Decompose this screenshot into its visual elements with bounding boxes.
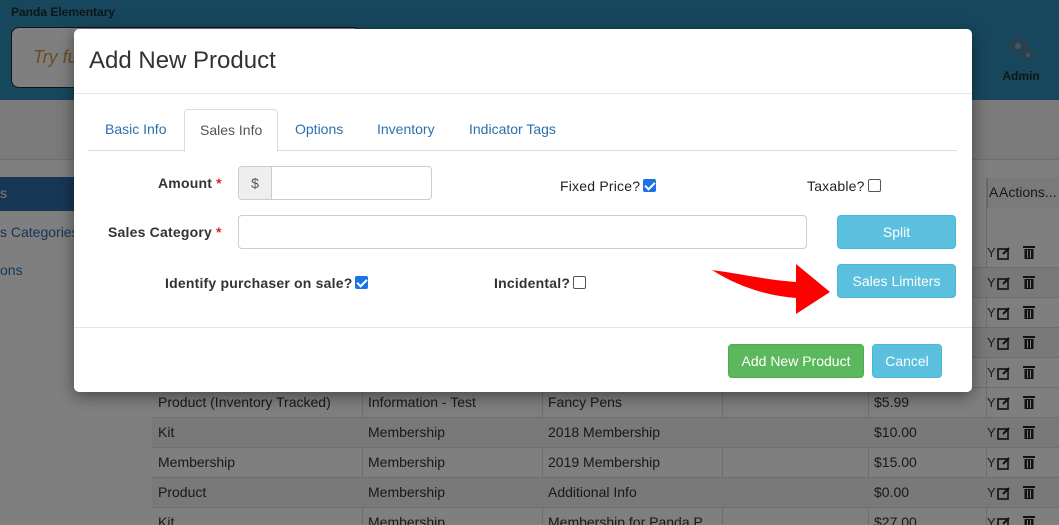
cancel-button[interactable]: Cancel — [872, 344, 942, 378]
tab-basic-info[interactable]: Basic Info — [90, 109, 181, 151]
annotation-arrow-icon — [712, 264, 830, 314]
tab-inventory[interactable]: Inventory — [362, 109, 450, 151]
sales-category-input[interactable] — [238, 215, 807, 249]
tab-options[interactable]: Options — [280, 109, 358, 151]
tab-indicator-tags[interactable]: Indicator Tags — [454, 109, 571, 151]
add-product-modal: Add New Product Basic Info Sales Info Op… — [74, 29, 972, 392]
split-button[interactable]: Split — [837, 215, 956, 249]
sales-limiters-button[interactable]: Sales Limiters — [837, 264, 956, 298]
required-marker: * — [215, 224, 222, 240]
fixed-price-label: Fixed Price? — [560, 178, 657, 194]
add-new-product-button[interactable]: Add New Product — [728, 344, 864, 378]
incidental-label: Incidental? — [494, 275, 587, 291]
amount-input[interactable] — [271, 166, 432, 200]
fixed-price-checkbox[interactable] — [643, 179, 657, 192]
taxable-checkbox[interactable] — [867, 179, 881, 192]
modal-title: Add New Product — [89, 47, 276, 74]
required-marker: * — [216, 175, 222, 191]
amount-label: Amount * — [158, 175, 222, 191]
taxable-label: Taxable? — [807, 178, 881, 194]
identify-purchaser-checkbox[interactable] — [355, 276, 369, 289]
identify-purchaser-label: Identify purchaser on sale? — [165, 275, 369, 291]
modal-header: Add New Product — [74, 29, 972, 94]
incidental-checkbox[interactable] — [573, 276, 587, 289]
tab-sales-info[interactable]: Sales Info — [184, 109, 279, 152]
sales-category-label: Sales Category * — [108, 224, 222, 240]
tab-bar: Basic Info Sales Info Options Inventory … — [88, 109, 957, 152]
amount-prefix: $ — [238, 166, 272, 200]
modal-footer-divider — [74, 327, 972, 328]
